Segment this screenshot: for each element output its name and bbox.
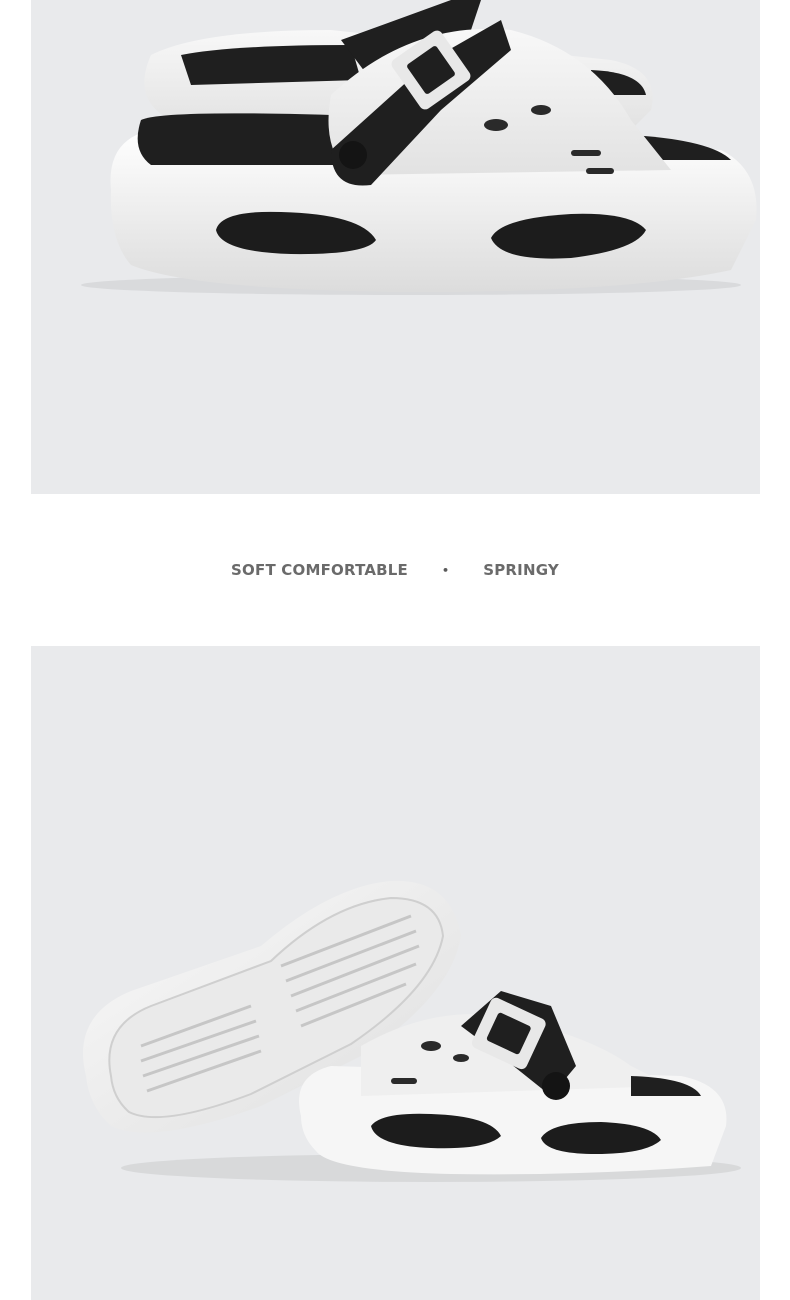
feature-springy: SPRINGY <box>483 561 559 579</box>
feature-separator: • <box>441 563 450 577</box>
sandal-side-view-illustration <box>81 0 757 295</box>
feature-caption: SOFT COMFORTABLE • SPRINGY <box>0 556 790 584</box>
product-image-top <box>31 0 760 494</box>
sandal-pair-sole-illustration <box>83 880 741 1182</box>
product-image-bottom <box>31 646 760 1300</box>
feature-soft-comfortable: SOFT COMFORTABLE <box>231 561 408 579</box>
